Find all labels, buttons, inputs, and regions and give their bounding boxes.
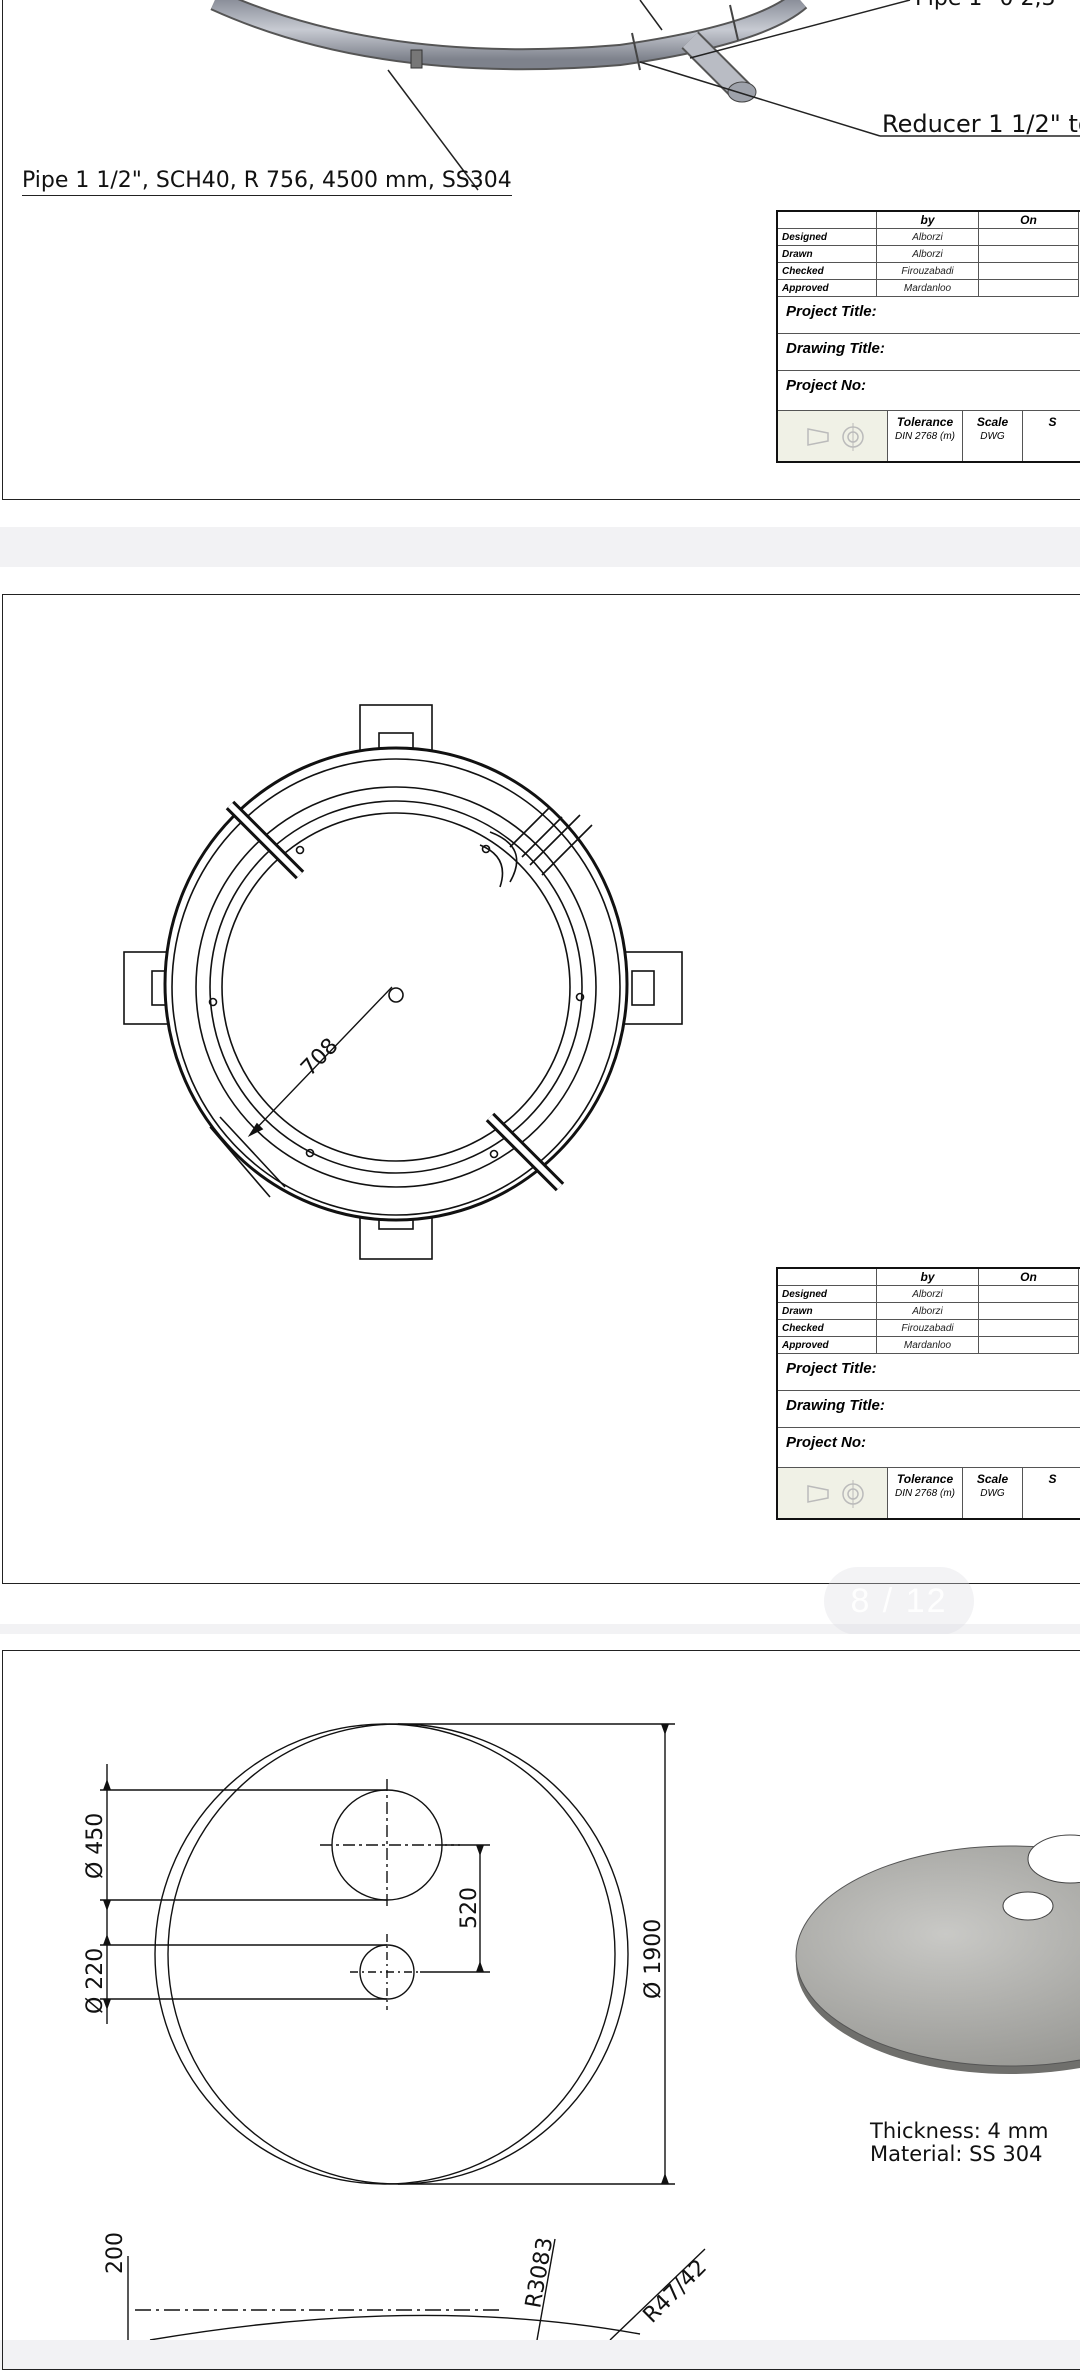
dim-d1900: Ø 1900 bbox=[641, 1919, 666, 1999]
dim-r3083: R3083 bbox=[521, 2236, 558, 2311]
role-designed: Designed bbox=[778, 229, 877, 246]
title-block-footer: Tolerance DIN 2768 (m) Scale DWG S bbox=[778, 1468, 1080, 1518]
ring-top-view-drawing: 708 bbox=[123, 704, 683, 1260]
role-checked: Checked bbox=[778, 263, 877, 280]
scale-label: Scale bbox=[976, 1472, 1009, 1486]
scale-cell: Scale DWG bbox=[963, 1468, 1023, 1518]
tolerance-label: Tolerance bbox=[896, 1472, 954, 1486]
dim-200: 200 bbox=[103, 2232, 128, 2274]
tolerance-value: DIN 2768 (m) bbox=[894, 431, 955, 442]
title-block: by On Designed Alborzi Drawn Alborzi Che… bbox=[776, 210, 1080, 463]
by-drawn: Alborzi bbox=[877, 1303, 979, 1320]
tolerance-value: DIN 2768 (m) bbox=[894, 1488, 955, 1499]
header-blank bbox=[778, 212, 877, 229]
nozzle bbox=[410, 49, 423, 69]
tolerance-cell: Tolerance DIN 2768 (m) bbox=[888, 411, 963, 461]
on-checked bbox=[979, 1320, 1079, 1337]
title-block: by On Designed Alborzi Drawn Alborzi Che… bbox=[776, 1267, 1080, 1520]
drawing-title-field: Drawing Title: bbox=[778, 1391, 1080, 1428]
scale-value: DWG bbox=[980, 431, 1005, 442]
projection-symbol-icon bbox=[778, 1468, 888, 1518]
on-designed bbox=[979, 229, 1079, 246]
scale-value: DWG bbox=[980, 1488, 1005, 1499]
by-checked: Firouzabadi bbox=[877, 1320, 979, 1337]
title-block-footer: Tolerance DIN 2768 (m) Scale DWG S bbox=[778, 411, 1080, 461]
on-checked bbox=[979, 263, 1079, 280]
on-approved bbox=[979, 280, 1079, 297]
projection-symbol-icon bbox=[778, 411, 888, 461]
role-drawn: Drawn bbox=[778, 1303, 877, 1320]
drawing-title-field: Drawing Title: bbox=[778, 334, 1080, 371]
by-designed: Alborzi bbox=[877, 229, 979, 246]
project-no-field: Project No: bbox=[778, 371, 1080, 411]
project-no-field: Project No: bbox=[778, 1428, 1080, 1468]
header-by: by bbox=[877, 1269, 979, 1286]
material-note: Material: SS 304 bbox=[870, 2142, 1043, 2166]
role-approved: Approved bbox=[778, 280, 877, 297]
title-block-signoff-table: by On Designed Alborzi Drawn Alborzi Che… bbox=[778, 212, 1080, 297]
on-drawn bbox=[979, 1303, 1079, 1320]
header-blank bbox=[778, 1269, 877, 1286]
dim-520: 520 bbox=[457, 1887, 482, 1929]
dim-d220: Ø 220 bbox=[83, 1948, 108, 2014]
plate-drawing: Ø 450 Ø 220 520 Ø 1900 200 R3083 R47/42 bbox=[83, 1723, 1080, 2340]
next-cell: S bbox=[1023, 411, 1080, 461]
callout-top-fragment: Pipe 1" 0 2,3 bbox=[915, 0, 1055, 11]
header-on: On bbox=[979, 1269, 1079, 1286]
drawing-sheet-1: Pipe 1" 0 2,3 Reducer 1 1/2" to : Pipe 1… bbox=[0, 0, 1080, 527]
header-on: On bbox=[979, 212, 1079, 229]
project-title-field: Project Title: bbox=[778, 1354, 1080, 1391]
leader-reducer bbox=[639, 61, 881, 137]
by-checked: Firouzabadi bbox=[877, 263, 979, 280]
on-approved bbox=[979, 1337, 1079, 1354]
thickness-note: Thickness: 4 mm bbox=[870, 2119, 1049, 2143]
role-checked: Checked bbox=[778, 1320, 877, 1337]
on-designed bbox=[979, 1286, 1079, 1303]
role-approved: Approved bbox=[778, 1337, 877, 1354]
role-designed: Designed bbox=[778, 1286, 877, 1303]
by-approved: Mardanloo bbox=[877, 1337, 979, 1354]
scale-label: Scale bbox=[976, 415, 1009, 429]
title-block-signoff-table: by On Designed Alborzi Drawn Alborzi Che… bbox=[778, 1269, 1080, 1354]
page-indicator: 8 / 12 bbox=[824, 1567, 974, 1635]
drawing-sheet-3: Ø 450 Ø 220 520 Ø 1900 200 R3083 R47/42 … bbox=[0, 1634, 1080, 2370]
dim-d450: Ø 450 bbox=[83, 1813, 108, 1879]
next-label: S bbox=[1048, 415, 1057, 429]
on-drawn bbox=[979, 246, 1079, 263]
tolerance-label: Tolerance bbox=[896, 415, 954, 429]
next-label: S bbox=[1048, 1472, 1057, 1486]
next-cell: S bbox=[1023, 1468, 1080, 1518]
lug-right bbox=[621, 951, 683, 1025]
by-approved: Mardanloo bbox=[877, 280, 979, 297]
by-drawn: Alborzi bbox=[877, 246, 979, 263]
by-designed: Alborzi bbox=[877, 1286, 979, 1303]
callout-pipe: Pipe 1 1/2", SCH40, R 756, 4500 mm, SS30… bbox=[22, 168, 512, 196]
plate-3d-render bbox=[795, 1834, 1080, 2074]
dim-r4742: R47/42 bbox=[639, 2255, 712, 2328]
header-by: by bbox=[877, 212, 979, 229]
tolerance-cell: Tolerance DIN 2768 (m) bbox=[888, 1468, 963, 1518]
role-drawn: Drawn bbox=[778, 246, 877, 263]
project-title-field: Project Title: bbox=[778, 297, 1080, 334]
drawing-sheet-2: 708 by On Designed Alborzi Drawn Alborzi… bbox=[0, 567, 1080, 1624]
scale-cell: Scale DWG bbox=[963, 411, 1023, 461]
callout-reducer: Reducer 1 1/2" to : bbox=[882, 110, 1080, 138]
